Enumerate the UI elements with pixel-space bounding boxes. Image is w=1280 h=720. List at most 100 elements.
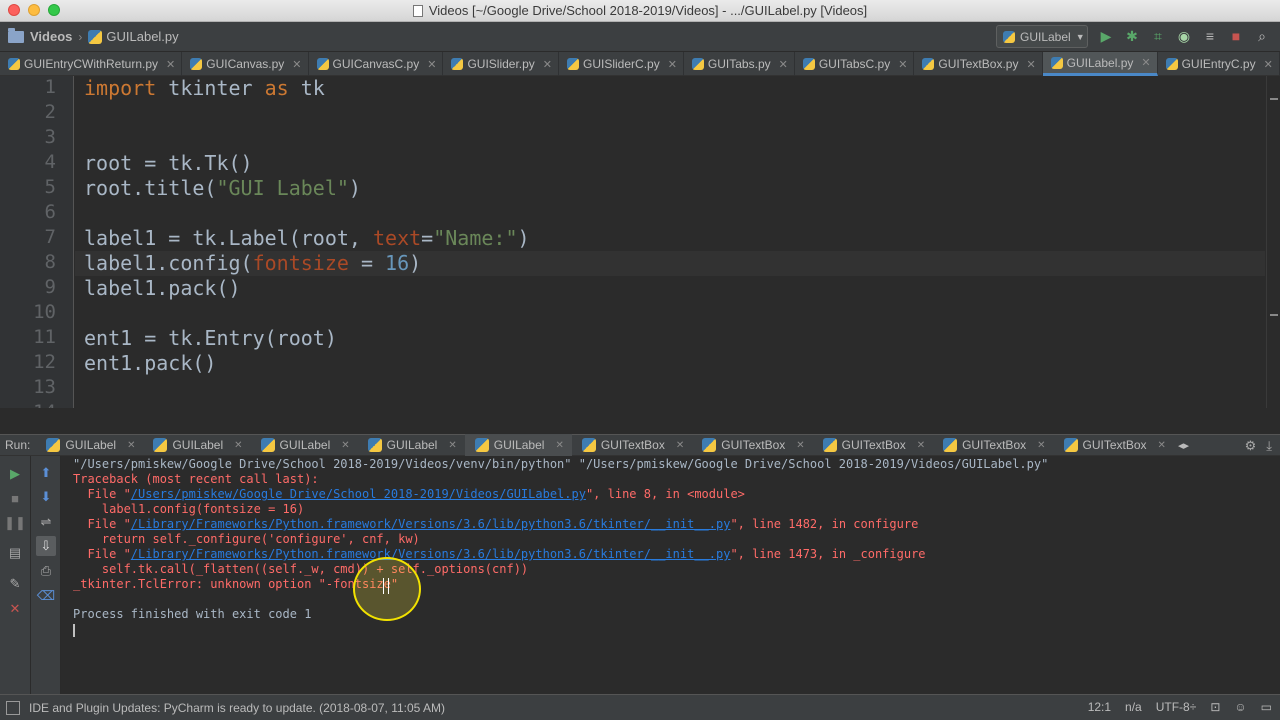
build-icon[interactable]: ≡: [1200, 26, 1220, 46]
run-tab[interactable]: GUITextBox ✕: [572, 434, 692, 456]
run-tab[interactable]: GUILabel ✕: [143, 434, 250, 456]
pause-icon[interactable]: ❚❚: [4, 513, 26, 533]
pin-icon[interactable]: ✎: [5, 574, 25, 594]
editor-tab[interactable]: GUIEntryCWithReturn.py ✕: [0, 52, 183, 76]
coverage-icon[interactable]: ⌗: [1148, 26, 1168, 46]
python-run-icon: [822, 438, 837, 452]
editor-tab[interactable]: GUISlider.py ✕: [443, 52, 560, 76]
trash-icon[interactable]: ⌫: [36, 586, 56, 606]
code-line[interactable]: label1.pack(): [84, 276, 241, 300]
close-window-icon[interactable]: [8, 4, 20, 16]
tool-windows-icon[interactable]: [6, 700, 20, 715]
run-tab[interactable]: GUILabel ✕: [358, 434, 465, 456]
close-run-tab-icon[interactable]: ✕: [917, 440, 925, 451]
run-configuration-select[interactable]: GUILabel ▼: [996, 25, 1088, 48]
stop-run-icon[interactable]: ■: [5, 488, 25, 508]
code-line[interactable]: label1.config(fontsize = 16): [84, 251, 421, 275]
code-line[interactable]: root = tk.Tk(): [84, 151, 253, 175]
breadcrumb-file[interactable]: GUILabel.py: [106, 29, 178, 44]
rerun-icon[interactable]: ▶: [5, 464, 25, 484]
soft-wrap-icon[interactable]: ⇌: [36, 512, 56, 532]
close-run-tab-icon[interactable]: ✕: [555, 440, 563, 451]
editor-scrollbar[interactable]: [1266, 76, 1280, 408]
line-separator[interactable]: n/a: [1125, 700, 1142, 714]
up-arrow-icon[interactable]: ⬆: [36, 463, 56, 483]
run-tab[interactable]: GUITextBox ✕: [1054, 434, 1174, 456]
code-token: ent1 = tk.Entry(root): [84, 326, 337, 350]
close-tab-icon[interactable]: ✕: [166, 58, 175, 71]
layout-icon[interactable]: ▤: [5, 543, 25, 563]
console-output[interactable]: "/Users/pmiskew/Google Drive/School 2018…: [73, 457, 1263, 637]
event-log-icon[interactable]: ▭: [1261, 700, 1272, 714]
close-tab-icon[interactable]: ✕: [898, 58, 907, 71]
file-path-link[interactable]: /Library/Frameworks/Python.framework/Ver…: [131, 547, 731, 561]
close-tab-icon[interactable]: ✕: [543, 58, 552, 71]
breadcrumb-project[interactable]: Videos: [30, 29, 72, 44]
run-console[interactable]: ▶ ■ ❚❚ ▤ ✎ ✕ ⬆ ⬇ ⇌ ⇩ ⎙ ⌫ "/Users/pmiskew…: [0, 456, 1280, 694]
scroll-marker: [1270, 314, 1278, 316]
close-tab-icon[interactable]: ✕: [292, 58, 301, 71]
file-encoding[interactable]: UTF-8÷: [1156, 700, 1197, 714]
status-message[interactable]: IDE and Plugin Updates: PyCharm is ready…: [29, 701, 445, 715]
editor-tab[interactable]: GUITabs.py ✕: [684, 52, 795, 76]
minimize-window-icon[interactable]: [28, 4, 40, 16]
editor-tab[interactable]: GUITextBox.py ✕: [914, 52, 1043, 76]
print-icon[interactable]: ⎙: [36, 561, 56, 581]
code-token: tkinter: [156, 76, 265, 100]
code-line[interactable]: import tkinter as tk: [84, 76, 325, 100]
run-tab-bar: GUILabel ✕ GUILabel ✕ GUILabel ✕ GUILabel ✕ GUIL…: [36, 434, 1174, 456]
close-tab-icon[interactable]: ✕: [427, 58, 436, 71]
maximize-window-icon[interactable]: [48, 4, 60, 16]
run-tab[interactable]: GUILabel ✕: [36, 434, 143, 456]
close-tab-icon[interactable]: ✕: [779, 58, 788, 71]
code-editor[interactable]: 1234567891011121314 import tkinter as tk…: [0, 76, 1280, 408]
console-input-caret[interactable]: [73, 624, 75, 637]
file-path-link[interactable]: /Users/pmiskew/Google Drive/School 2018-…: [131, 487, 586, 501]
run-tab[interactable]: GUITextBox ✕: [692, 434, 812, 456]
code-line[interactable]: ent1.pack(): [84, 351, 216, 375]
console-text: label1.config(fontsize = 16): [73, 502, 305, 516]
run-tab[interactable]: GUILabel ✕: [464, 434, 572, 456]
editor-tab[interactable]: GUIEntryC.py ✕: [1158, 52, 1280, 76]
lock-icon[interactable]: ⊡: [1210, 700, 1220, 714]
editor-tab[interactable]: GUITabsC.py ✕: [795, 52, 915, 76]
close-run-tab-icon[interactable]: ✕: [676, 440, 684, 451]
code-line[interactable]: ent1 = tk.Entry(root): [84, 326, 337, 350]
code-line[interactable]: root.title("GUI Label"): [84, 176, 361, 200]
close-tab-icon[interactable]: ✕: [1026, 58, 1035, 71]
editor-tab[interactable]: GUILabel.py ✕: [1042, 52, 1158, 76]
close-run-tab-icon[interactable]: ✕: [234, 440, 242, 451]
stop-icon[interactable]: ■: [1226, 26, 1246, 46]
code-area[interactable]: import tkinter as tk root = tk.Tk() root.t…: [84, 76, 1254, 408]
run-tab[interactable]: GUILabel ✕: [251, 434, 358, 456]
close-run-tab-icon[interactable]: ✕: [448, 440, 456, 451]
profile-icon[interactable]: ◉: [1174, 26, 1194, 46]
inspector-icon[interactable]: ☺: [1234, 700, 1246, 714]
close-run-tab-icon[interactable]: ✕: [1158, 440, 1166, 451]
code-line[interactable]: label1 = tk.Label(root, text="Name:"): [84, 226, 530, 250]
caret-position[interactable]: 12:1: [1088, 700, 1111, 714]
run-tab[interactable]: GUITextBox ✕: [933, 434, 1053, 456]
hide-panel-icon[interactable]: ⤓: [1266, 438, 1272, 454]
editor-tab[interactable]: GUICanvasC.py ✕: [309, 52, 444, 76]
close-run-tab-icon[interactable]: ✕: [127, 440, 135, 451]
close-run-tab-icon[interactable]: ✕: [1037, 440, 1045, 451]
close-tab-icon[interactable]: ✕: [668, 58, 677, 71]
close-run-tab-icon[interactable]: ✕: [341, 440, 349, 451]
run-icon[interactable]: ▶: [1096, 26, 1116, 46]
close-run-icon[interactable]: ✕: [5, 599, 25, 619]
down-arrow-icon[interactable]: ⬇: [36, 487, 56, 507]
editor-tab[interactable]: GUISliderC.py ✕: [559, 52, 684, 76]
tab-scroll-icon[interactable]: ◂▸: [1178, 439, 1189, 452]
search-everywhere-icon[interactable]: ⌕: [1252, 26, 1272, 46]
close-tab-icon[interactable]: ✕: [1264, 58, 1273, 71]
gear-icon[interactable]: ⚙: [1245, 438, 1257, 454]
close-run-tab-icon[interactable]: ✕: [796, 440, 804, 451]
line-number: 10: [33, 301, 56, 323]
close-tab-icon[interactable]: ✕: [1141, 56, 1150, 69]
debug-icon[interactable]: ✱: [1122, 26, 1142, 46]
run-tab[interactable]: GUITextBox ✕: [813, 434, 933, 456]
scroll-to-end-icon[interactable]: ⇩: [36, 536, 56, 556]
file-path-link[interactable]: /Library/Frameworks/Python.framework/Ver…: [131, 517, 731, 531]
editor-tab[interactable]: GUICanvas.py ✕: [182, 52, 309, 76]
